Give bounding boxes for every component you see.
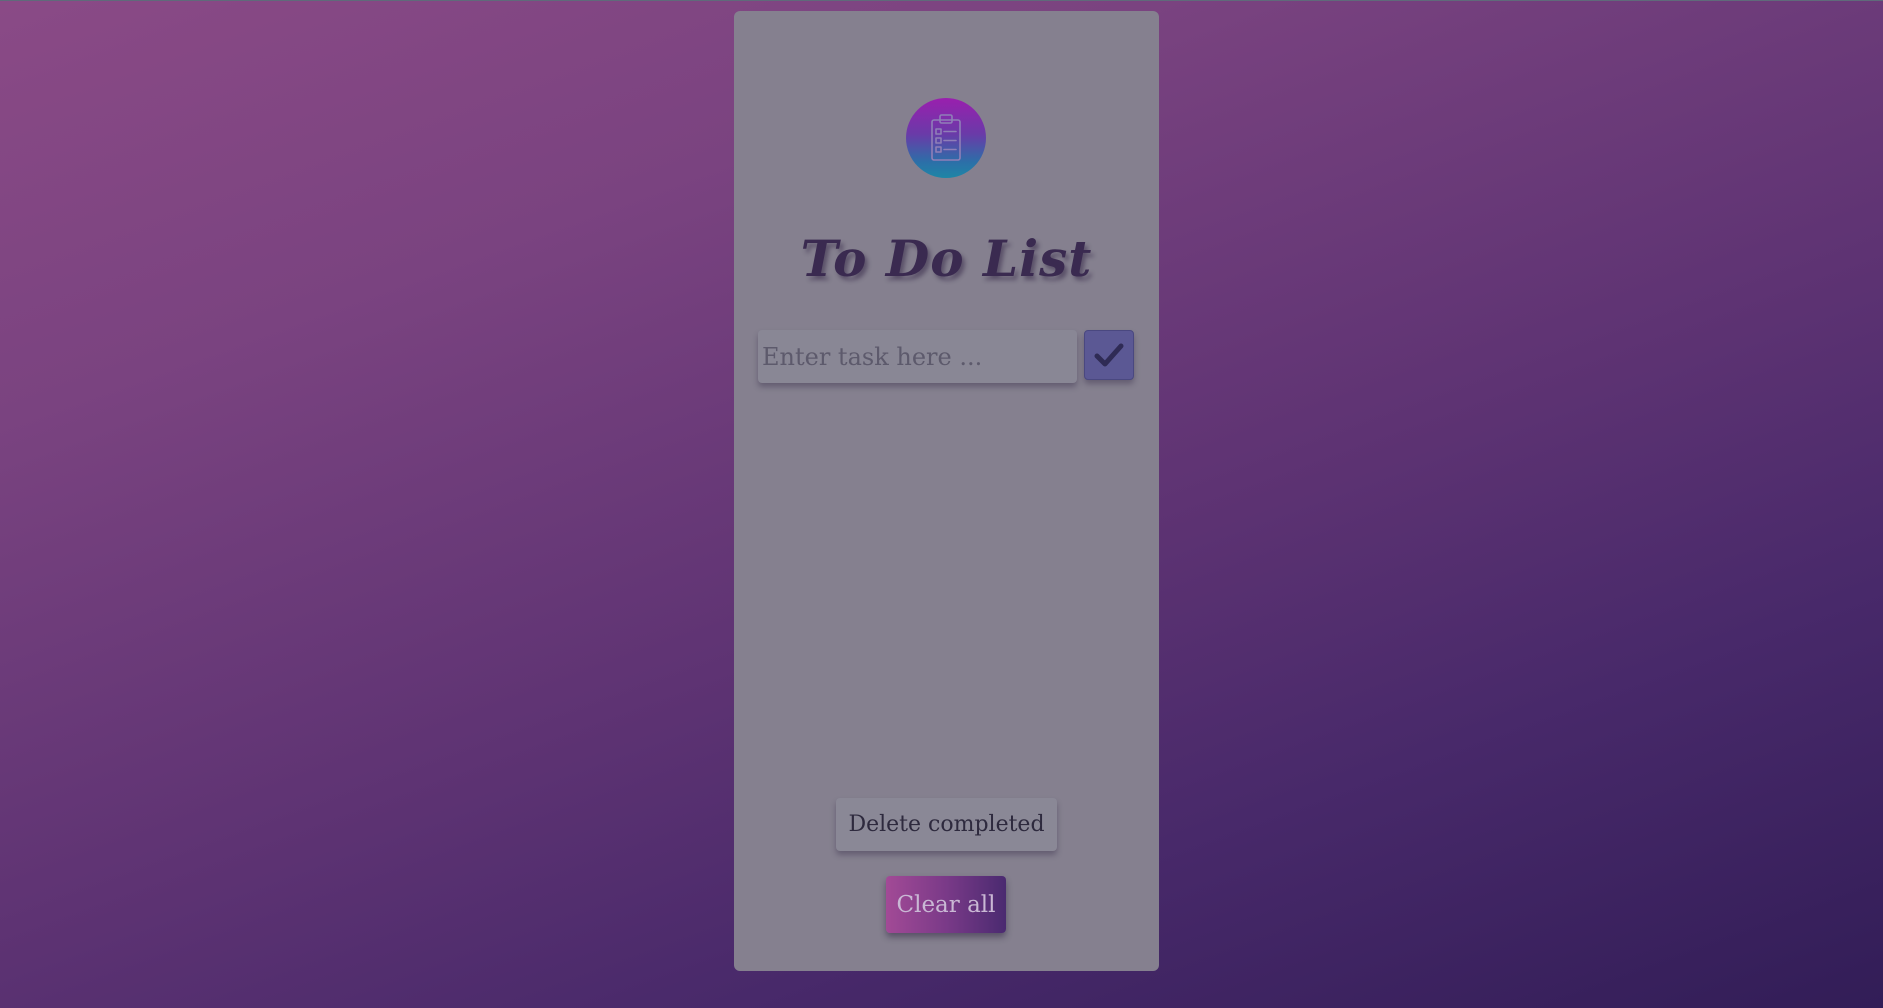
top-border-line: [0, 0, 1883, 1]
app-logo: [906, 98, 986, 178]
clear-all-button[interactable]: Clear all: [886, 876, 1006, 933]
checkmark-icon: [1094, 343, 1124, 367]
todo-panel: To Do List Delete completed Clear all: [734, 11, 1159, 971]
clipboard-list-icon: [931, 114, 961, 161]
delete-completed-button[interactable]: Delete completed: [836, 798, 1057, 851]
add-task-button[interactable]: [1084, 330, 1134, 380]
page-title: To Do List: [800, 229, 1093, 288]
task-input[interactable]: [758, 330, 1077, 383]
